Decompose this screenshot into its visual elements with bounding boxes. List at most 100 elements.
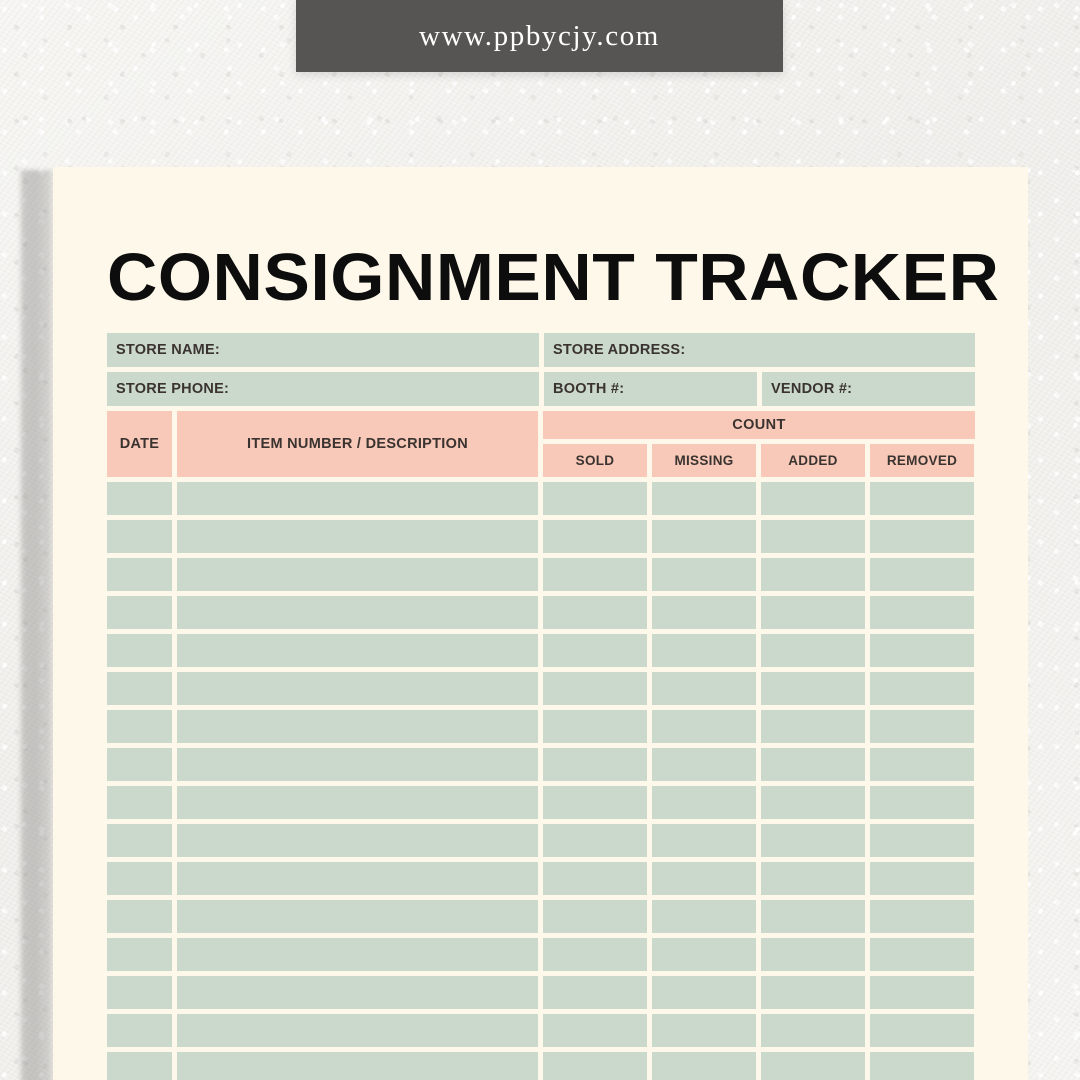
cell-added[interactable] bbox=[761, 520, 865, 553]
cell-description[interactable] bbox=[177, 1052, 538, 1080]
cell-removed[interactable] bbox=[870, 938, 974, 971]
cell-added[interactable] bbox=[761, 672, 865, 705]
cell-removed[interactable] bbox=[870, 976, 974, 1009]
cell-sold[interactable] bbox=[543, 900, 647, 933]
cell-removed[interactable] bbox=[870, 482, 974, 515]
cell-removed[interactable] bbox=[870, 710, 974, 743]
cell-added[interactable] bbox=[761, 900, 865, 933]
cell-added[interactable] bbox=[761, 976, 865, 1009]
cell-added[interactable] bbox=[761, 1052, 865, 1080]
cell-removed[interactable] bbox=[870, 786, 974, 819]
cell-missing[interactable] bbox=[652, 520, 756, 553]
cell-missing[interactable] bbox=[652, 786, 756, 819]
cell-sold[interactable] bbox=[543, 558, 647, 591]
cell-description[interactable] bbox=[177, 672, 538, 705]
cell-removed[interactable] bbox=[870, 634, 974, 667]
cell-removed[interactable] bbox=[870, 748, 974, 781]
cell-missing[interactable] bbox=[652, 748, 756, 781]
cell-sold[interactable] bbox=[543, 748, 647, 781]
cell-description[interactable] bbox=[177, 710, 538, 743]
cell-sold[interactable] bbox=[543, 1014, 647, 1047]
cell-removed[interactable] bbox=[870, 900, 974, 933]
cell-missing[interactable] bbox=[652, 1014, 756, 1047]
cell-missing[interactable] bbox=[652, 976, 756, 1009]
cell-added[interactable] bbox=[761, 634, 865, 667]
cell-description[interactable] bbox=[177, 938, 538, 971]
cell-description[interactable] bbox=[177, 900, 538, 933]
cell-sold[interactable] bbox=[543, 938, 647, 971]
cell-added[interactable] bbox=[761, 824, 865, 857]
cell-description[interactable] bbox=[177, 748, 538, 781]
cell-missing[interactable] bbox=[652, 482, 756, 515]
field-store-name[interactable]: STORE NAME: bbox=[107, 333, 539, 367]
cell-added[interactable] bbox=[761, 596, 865, 629]
cell-description[interactable] bbox=[177, 786, 538, 819]
cell-description[interactable] bbox=[177, 596, 538, 629]
cell-missing[interactable] bbox=[652, 824, 756, 857]
cell-date[interactable] bbox=[107, 976, 172, 1009]
cell-date[interactable] bbox=[107, 634, 172, 667]
cell-removed[interactable] bbox=[870, 1052, 974, 1080]
cell-date[interactable] bbox=[107, 1052, 172, 1080]
cell-sold[interactable] bbox=[543, 976, 647, 1009]
cell-date[interactable] bbox=[107, 1014, 172, 1047]
cell-removed[interactable] bbox=[870, 824, 974, 857]
cell-sold[interactable] bbox=[543, 520, 647, 553]
cell-missing[interactable] bbox=[652, 862, 756, 895]
cell-removed[interactable] bbox=[870, 862, 974, 895]
cell-added[interactable] bbox=[761, 862, 865, 895]
cell-date[interactable] bbox=[107, 596, 172, 629]
cell-date[interactable] bbox=[107, 558, 172, 591]
cell-date[interactable] bbox=[107, 520, 172, 553]
cell-sold[interactable] bbox=[543, 672, 647, 705]
cell-date[interactable] bbox=[107, 862, 172, 895]
cell-date[interactable] bbox=[107, 748, 172, 781]
field-vendor-number[interactable]: VENDOR #: bbox=[762, 372, 975, 406]
cell-description[interactable] bbox=[177, 862, 538, 895]
cell-removed[interactable] bbox=[870, 520, 974, 553]
field-booth-number[interactable]: BOOTH #: bbox=[544, 372, 757, 406]
cell-missing[interactable] bbox=[652, 900, 756, 933]
cell-added[interactable] bbox=[761, 748, 865, 781]
cell-date[interactable] bbox=[107, 938, 172, 971]
cell-added[interactable] bbox=[761, 938, 865, 971]
cell-sold[interactable] bbox=[543, 786, 647, 819]
cell-description[interactable] bbox=[177, 634, 538, 667]
cell-sold[interactable] bbox=[543, 482, 647, 515]
field-store-phone[interactable]: STORE PHONE: bbox=[107, 372, 539, 406]
cell-missing[interactable] bbox=[652, 1052, 756, 1080]
cell-removed[interactable] bbox=[870, 596, 974, 629]
cell-sold[interactable] bbox=[543, 862, 647, 895]
cell-description[interactable] bbox=[177, 558, 538, 591]
cell-date[interactable] bbox=[107, 710, 172, 743]
cell-description[interactable] bbox=[177, 824, 538, 857]
cell-removed[interactable] bbox=[870, 1014, 974, 1047]
cell-description[interactable] bbox=[177, 482, 538, 515]
cell-date[interactable] bbox=[107, 900, 172, 933]
cell-sold[interactable] bbox=[543, 710, 647, 743]
cell-description[interactable] bbox=[177, 1014, 538, 1047]
cell-date[interactable] bbox=[107, 786, 172, 819]
cell-missing[interactable] bbox=[652, 710, 756, 743]
cell-sold[interactable] bbox=[543, 824, 647, 857]
field-store-address[interactable]: STORE ADDRESS: bbox=[544, 333, 975, 367]
cell-added[interactable] bbox=[761, 558, 865, 591]
cell-date[interactable] bbox=[107, 824, 172, 857]
cell-missing[interactable] bbox=[652, 596, 756, 629]
cell-added[interactable] bbox=[761, 482, 865, 515]
cell-date[interactable] bbox=[107, 672, 172, 705]
cell-added[interactable] bbox=[761, 710, 865, 743]
cell-added[interactable] bbox=[761, 786, 865, 819]
cell-description[interactable] bbox=[177, 520, 538, 553]
cell-description[interactable] bbox=[177, 976, 538, 1009]
cell-removed[interactable] bbox=[870, 558, 974, 591]
cell-missing[interactable] bbox=[652, 634, 756, 667]
cell-missing[interactable] bbox=[652, 938, 756, 971]
cell-missing[interactable] bbox=[652, 672, 756, 705]
cell-missing[interactable] bbox=[652, 558, 756, 591]
cell-sold[interactable] bbox=[543, 596, 647, 629]
cell-date[interactable] bbox=[107, 482, 172, 515]
cell-sold[interactable] bbox=[543, 634, 647, 667]
cell-added[interactable] bbox=[761, 1014, 865, 1047]
cell-removed[interactable] bbox=[870, 672, 974, 705]
